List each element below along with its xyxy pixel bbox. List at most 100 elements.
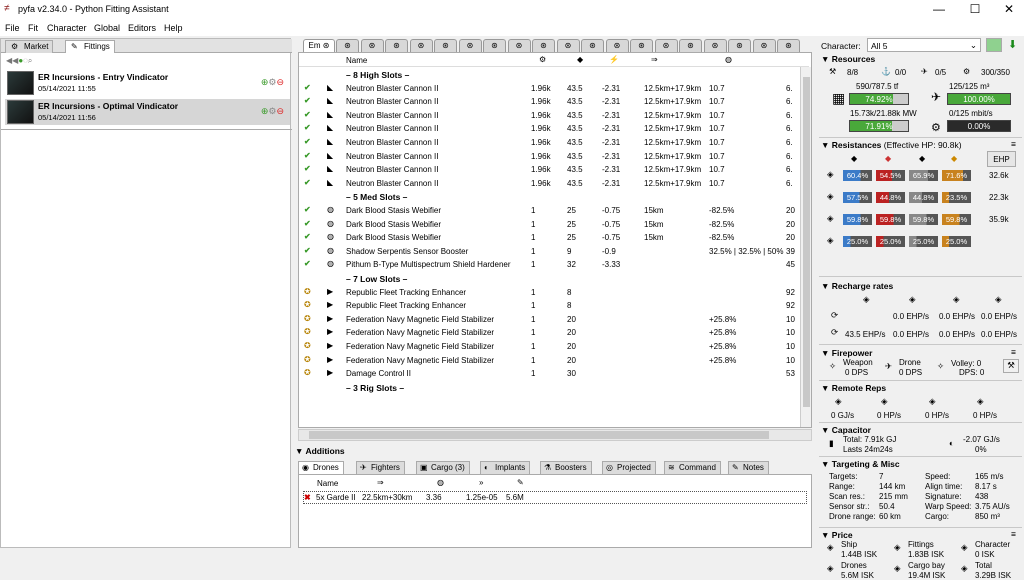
module-state-icon[interactable]: ✔ [304, 178, 311, 187]
scroll-thumb[interactable] [309, 431, 769, 439]
module-row[interactable]: ✪ ▶ Republic Fleet Tracking Enhancer 1 8 92 [299, 286, 799, 300]
tab-fighters[interactable]: ✈ Fighters [356, 461, 405, 474]
module-state-icon[interactable]: ✪ [304, 355, 311, 364]
speed-col-icon[interactable]: » [479, 478, 483, 487]
fit-tab[interactable]: ⊛ [752, 39, 776, 52]
module-state-icon[interactable]: ✪ [304, 314, 311, 323]
misc-col-icon[interactable]: ◍ [437, 478, 444, 487]
tab-drones[interactable]: ◉ Drones [298, 461, 344, 474]
module-state-icon[interactable]: ✪ [304, 287, 311, 296]
fit-tab[interactable]: ⊛ [630, 39, 653, 52]
menu-icon[interactable]: ≡ [1011, 347, 1016, 357]
fit-tab[interactable]: ⊛ [703, 39, 727, 52]
minimize-button[interactable]: — [922, 0, 956, 20]
close-button[interactable]: ✕ [992, 0, 1024, 20]
module-row[interactable]: ✪ ▶ Damage Control II 1 30 53 [299, 367, 799, 381]
remote-reps-header[interactable]: ▼ Remote Reps [821, 383, 886, 393]
module-row[interactable]: ✔ ◣ Neutron Blaster Cannon II 1.96k 43.5 -2.3… [299, 163, 799, 177]
menu-icon[interactable]: ≡ [1011, 529, 1016, 539]
menu-fit[interactable]: Fit [28, 23, 38, 33]
module-row[interactable]: ✔ ◍ Pithum B-Type Multispectrum Shield Har… [299, 258, 799, 272]
module-row[interactable]: ✔ ◍ Dark Blood Stasis Webifier 1 25 -0.75 15km… [299, 204, 799, 218]
fit-tab[interactable]: ⊛ [654, 39, 678, 52]
module-state-icon[interactable]: ✔ [304, 232, 311, 241]
import-icon[interactable]: ⬇ [1008, 38, 1017, 51]
resistances-header[interactable]: ▼ Resistances (Effective HP: 90.8k) [821, 140, 962, 150]
maximize-button[interactable]: ☐ [958, 0, 992, 20]
additions-title[interactable]: ▼ Additions [295, 446, 345, 456]
delete-icon[interactable]: ⊖ [276, 77, 284, 87]
module-state-icon[interactable]: ✔ [304, 123, 311, 132]
module-state-icon[interactable]: ✪ [304, 327, 311, 336]
recharge-header[interactable]: ▼ Recharge rates [821, 281, 893, 291]
menu-file[interactable]: File [5, 23, 20, 33]
fit-tab[interactable]: ⊛ [434, 39, 457, 52]
module-row[interactable]: ✪ ▶ Federation Navy Magnetic Field Stabili… [299, 354, 799, 368]
module-row[interactable]: ✔ ◍ Dark Blood Stasis Webifier 1 25 -0.75 15km… [299, 231, 799, 245]
module-state-icon[interactable]: ✔ [304, 96, 311, 105]
module-row[interactable]: ✔ ◣ Neutron Blaster Cannon II 1.96k 43.5 -2.3… [299, 177, 799, 191]
module-row[interactable]: ✔ ◣ Neutron Blaster Cannon II 1.96k 43.5 -2.3… [299, 95, 799, 109]
tab-fittings[interactable]: ✎ Fittings [65, 40, 115, 53]
fit-tab[interactable]: ⊛ [507, 39, 531, 52]
scroll-thumb[interactable] [803, 77, 810, 407]
fit-tab[interactable]: ⊛ [385, 39, 408, 52]
fit-tab[interactable]: ⊛ [605, 39, 629, 52]
fit-item-selected[interactable]: ER Incursions - Optimal Vindicator 05/14… [5, 99, 290, 125]
fit-tab[interactable]: ⊛ [483, 39, 506, 52]
fit-tab[interactable]: ⊛ [360, 39, 384, 52]
pg-col-icon[interactable]: ◆ [577, 55, 583, 64]
tab-boosters[interactable]: ⚗ Boosters [540, 461, 592, 474]
tab-implants[interactable]: ◐ Implants [480, 461, 531, 474]
fit-tab[interactable]: ⊛ [728, 39, 751, 52]
tab-market[interactable]: ⚙ Market [5, 40, 54, 53]
horizontal-scrollbar[interactable] [298, 429, 812, 441]
module-state-icon[interactable]: ✔ [304, 219, 311, 228]
module-row[interactable]: ✔ ◣ Neutron Blaster Cannon II 1.96k 43.5 -2.3… [299, 109, 799, 123]
cap-col-icon[interactable]: ⚡ [609, 55, 619, 64]
fit-tab[interactable]: ⊛ [679, 39, 702, 52]
tab-cargo[interactable]: ▣ Cargo (3) [416, 461, 470, 474]
module-state-icon[interactable]: ✔ [304, 110, 311, 119]
module-row[interactable]: ✔ ◣ Neutron Blaster Cannon II 1.96k 43.5 -2.3… [299, 136, 799, 150]
drone-col-name[interactable]: Name [317, 479, 338, 488]
targeting-header[interactable]: ▼ Targeting & Misc [821, 459, 900, 469]
module-state-icon[interactable]: ✔ [304, 83, 311, 92]
drone-table[interactable]: Name ⇒ ◍ » ✎ ✖ 5x Garde II 22.5km+30km 3… [298, 474, 812, 548]
tab-notes[interactable]: ✎ Notes [728, 461, 769, 474]
tab-command[interactable]: ≋ Command [664, 461, 721, 474]
module-row[interactable]: ✔ ◣ Neutron Blaster Cannon II 1.96k 43.5 -2.3… [299, 150, 799, 164]
fit-tab[interactable]: ⊛ [777, 39, 800, 52]
capacitor-header[interactable]: ▼ Capacitor [821, 425, 871, 435]
module-state-icon[interactable]: ✔ [304, 205, 311, 214]
delete-icon[interactable]: ⊖ [276, 106, 284, 116]
character-select[interactable]: All 5 ⌄ [867, 38, 981, 52]
range-col-icon[interactable]: ⇒ [377, 478, 384, 487]
fit-tab[interactable]: ⊛ [581, 39, 604, 52]
module-row[interactable]: ✔ ◍ Dark Blood Stasis Webifier 1 25 -0.75 15km… [299, 218, 799, 232]
tab-projected[interactable]: ◎ Projected [602, 461, 656, 474]
module-row[interactable]: ✔ ◣ Neutron Blaster Cannon II 1.96k 43.5 -2.3… [299, 82, 799, 96]
price-col-icon[interactable]: ✎ [517, 478, 524, 487]
menu-character[interactable]: Character [47, 23, 87, 33]
firepower-header[interactable]: ▼ Firepower [821, 348, 872, 358]
module-state-icon[interactable]: ✔ [304, 259, 311, 268]
col-name[interactable]: Name [346, 56, 367, 65]
range-col-icon[interactable]: ⇒ [651, 55, 658, 64]
misc-col-icon[interactable]: ◍ [725, 55, 732, 64]
fit-tab[interactable]: ⊛ [532, 39, 555, 52]
fit-item[interactable]: ER Incursions - Entry Vindicator 05/14/2… [5, 70, 290, 96]
module-row[interactable]: ✪ ▶ Federation Navy Magnetic Field Stabili… [299, 340, 799, 354]
module-state-icon[interactable]: ✪ [304, 341, 311, 350]
drone-row[interactable]: ✖ 5x Garde II 22.5km+30km 3.36 1.25e-05 … [303, 491, 807, 504]
menu-editors[interactable]: Editors [128, 23, 156, 33]
tab-active-fit[interactable]: Em ⊛ [303, 39, 335, 52]
module-state-icon[interactable]: ✪ [304, 368, 311, 377]
module-row[interactable]: ✔ ◍ Shadow Serpentis Sensor Booster 1 9 -0.9 3… [299, 245, 799, 259]
module-state-icon[interactable]: ✔ [304, 246, 311, 255]
vertical-scrollbar[interactable] [800, 67, 811, 427]
menu-help[interactable]: Help [164, 23, 183, 33]
module-row[interactable]: ✪ ▶ Federation Navy Magnetic Field Stabili… [299, 326, 799, 340]
resources-header[interactable]: ▼ Resources [821, 54, 875, 64]
firepower-options-icon[interactable]: ⚒ [1003, 359, 1019, 373]
